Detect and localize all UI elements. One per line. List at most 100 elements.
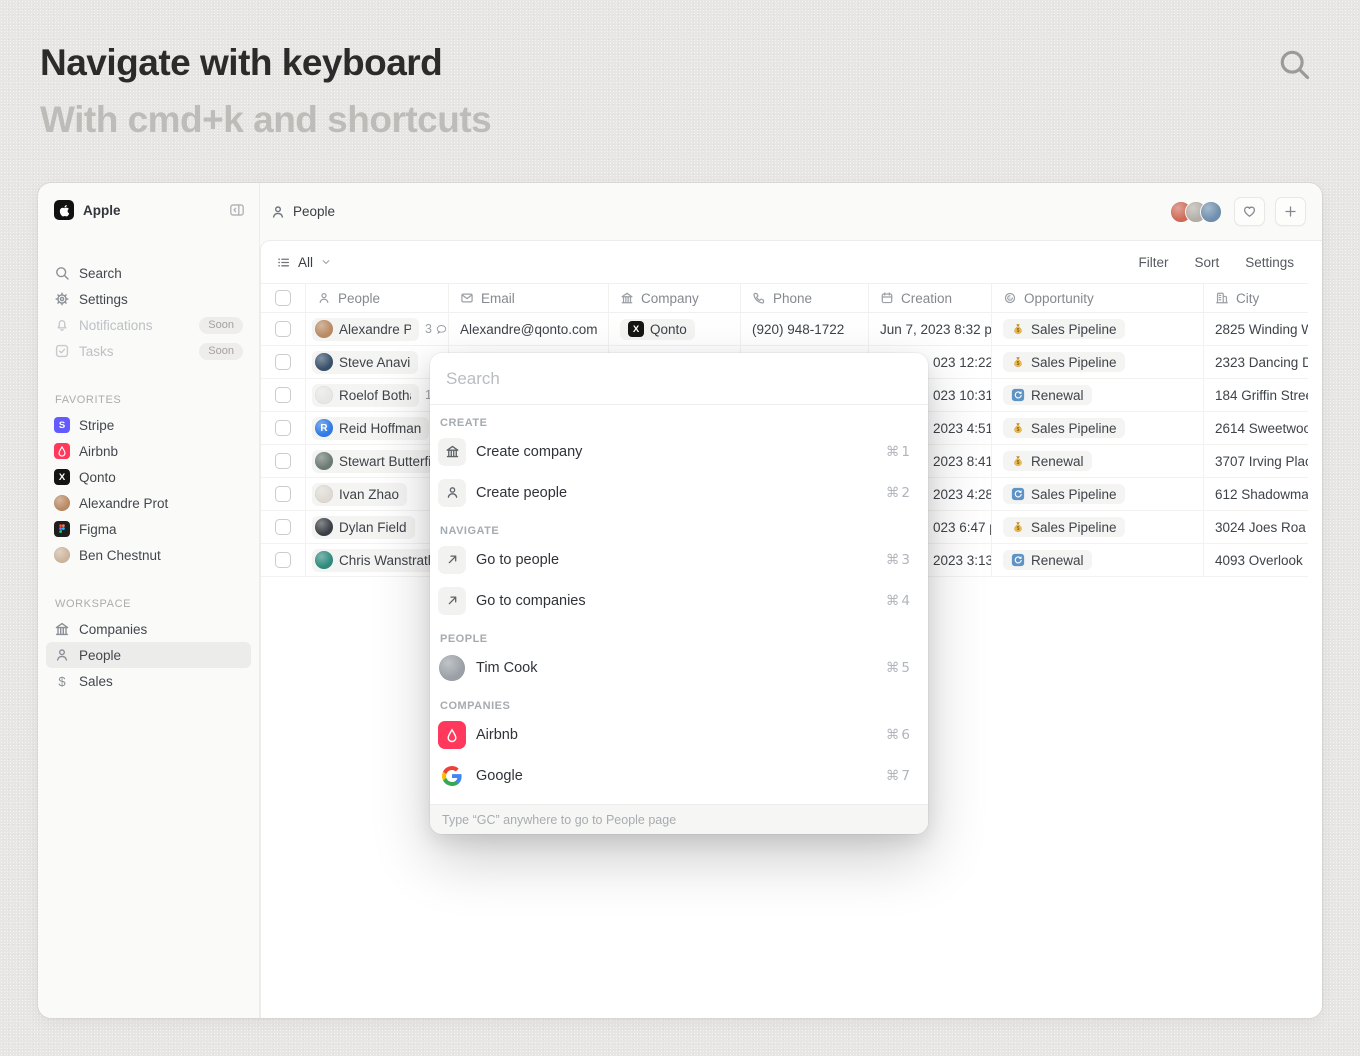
cell-opportunity[interactable]: $Sales Pipeline: [992, 346, 1204, 378]
column-header-email[interactable]: Email: [449, 284, 609, 312]
cell-people[interactable]: Steve Anavi: [306, 346, 449, 378]
cell-opportunity[interactable]: Sales Pipeline: [992, 478, 1204, 510]
avatar: [315, 320, 333, 338]
palette-item-create-people[interactable]: Create people⌘2: [430, 472, 928, 513]
cell-city[interactable]: 2323 Dancing D: [1204, 346, 1308, 378]
bell-icon: [54, 317, 70, 333]
toolbar-action-filter[interactable]: Filter: [1138, 255, 1168, 270]
add-button[interactable]: [1275, 197, 1306, 226]
avatar: [315, 518, 333, 536]
toolbar-action-settings[interactable]: Settings: [1245, 255, 1294, 270]
table-row: Alexandre Prot3Alexandre@qonto.com XQonto…: [261, 313, 1308, 346]
sidebar-item-search[interactable]: Search: [46, 260, 251, 286]
person-name: Dylan Field: [339, 520, 407, 535]
cell-city[interactable]: 184 Griffin Stree: [1204, 379, 1308, 411]
cell-opportunity[interactable]: $Sales Pipeline: [992, 313, 1204, 345]
column-header-opportunity[interactable]: Opportunity: [992, 284, 1204, 312]
cell-city[interactable]: 4093 Overlook: [1204, 544, 1308, 576]
cell-people[interactable]: Roelof Botha1: [306, 379, 449, 411]
cell-people[interactable]: Ivan Zhao: [306, 478, 449, 510]
cell-people[interactable]: RReid Hoffman: [306, 412, 449, 444]
row-select-cell: [261, 379, 306, 411]
palette-item-airbnb[interactable]: Airbnb⌘6: [430, 714, 928, 755]
cell-opportunity[interactable]: Renewal: [992, 379, 1204, 411]
sidebar-item-notifications[interactable]: NotificationsSoon: [46, 312, 251, 338]
person-name: Stewart Butterfield: [339, 454, 440, 469]
cell-city[interactable]: 2825 Winding W: [1204, 313, 1308, 345]
row-checkbox[interactable]: [275, 387, 291, 403]
figma-logo: [54, 521, 70, 537]
column-header-company[interactable]: Company: [609, 284, 741, 312]
column-header-phone[interactable]: Phone: [741, 284, 869, 312]
row-checkbox[interactable]: [275, 453, 291, 469]
moneybag-icon: $: [1011, 454, 1025, 468]
sidebar-item-settings[interactable]: Settings: [46, 286, 251, 312]
palette-search-input[interactable]: [446, 369, 912, 389]
row-checkbox[interactable]: [275, 552, 291, 568]
opportunity-chip: $Sales Pipeline: [1003, 517, 1125, 537]
favorite-item-stripe[interactable]: SStripe: [46, 412, 251, 438]
person-chip: RReid Hoffman: [312, 417, 429, 440]
avatar: [1200, 201, 1222, 223]
view-selector[interactable]: All: [276, 255, 332, 270]
row-select-cell: [261, 511, 306, 543]
favorite-item-qonto[interactable]: XQonto: [46, 464, 251, 490]
cell-opportunity[interactable]: $Renewal: [992, 445, 1204, 477]
company-chip: XQonto: [620, 319, 695, 340]
palette-item-create-company[interactable]: Create company⌘1: [430, 431, 928, 472]
cell-opportunity[interactable]: $Sales Pipeline: [992, 412, 1204, 444]
palette-item-go-to-people[interactable]: Go to people⌘3: [430, 539, 928, 580]
svg-text:$: $: [1017, 361, 1020, 367]
cell-people[interactable]: Dylan Field: [306, 511, 449, 543]
cell-email[interactable]: Alexandre@qonto.com: [449, 313, 609, 345]
column-header-people[interactable]: People: [306, 284, 449, 312]
cell-creation[interactable]: Jun 7, 2023 8:32 pm: [869, 313, 992, 345]
cell-city[interactable]: 3024 Joes Roa: [1204, 511, 1308, 543]
cell-city[interactable]: 2614 Sweetwoo: [1204, 412, 1308, 444]
toolbar-action-sort[interactable]: Sort: [1194, 255, 1219, 270]
cell-people[interactable]: Alexandre Prot3: [306, 313, 449, 345]
page-subtitle: With cmd+k and shortcuts: [40, 99, 491, 142]
collaborator-avatars[interactable]: [1170, 201, 1222, 223]
person-chip: Roelof Botha: [312, 384, 419, 407]
cell-city[interactable]: 612 Shadowma: [1204, 478, 1308, 510]
favorite-item-airbnb[interactable]: Airbnb: [46, 438, 251, 464]
palette-item-google[interactable]: Google⌘7: [430, 755, 928, 796]
cell-people[interactable]: Chris Wanstrath: [306, 544, 449, 576]
cell-people[interactable]: Stewart Butterfield: [306, 445, 449, 477]
person-chip: Steve Anavi: [312, 351, 418, 374]
table-header: PeopleEmailCompanyPhoneCreationOpportuni…: [261, 283, 1308, 313]
row-checkbox[interactable]: [275, 321, 291, 337]
cell-opportunity[interactable]: Renewal: [992, 544, 1204, 576]
google-logo: [438, 762, 466, 790]
row-checkbox[interactable]: [275, 354, 291, 370]
select-all-checkbox[interactable]: [275, 290, 291, 306]
favorite-button[interactable]: [1234, 197, 1265, 226]
sidebar-item-label: Search: [79, 266, 122, 281]
cell-company[interactable]: XQonto: [609, 313, 741, 345]
column-header-creation[interactable]: Creation: [869, 284, 992, 312]
favorite-item-ben-chestnut[interactable]: Ben Chestnut: [46, 542, 251, 568]
row-checkbox[interactable]: [275, 486, 291, 502]
column-header-city[interactable]: City: [1204, 284, 1308, 312]
palette-item-label: Create people: [476, 485, 567, 501]
cell-opportunity[interactable]: $Sales Pipeline: [992, 511, 1204, 543]
topbar-actions: [1170, 197, 1306, 226]
palette-item-tim-cook[interactable]: Tim Cook⌘5: [430, 647, 928, 688]
collapse-sidebar-icon[interactable]: [229, 202, 245, 218]
cell-phone[interactable]: (920) 948-1722: [741, 313, 869, 345]
renewal-icon: [1011, 487, 1025, 501]
sidebar-item-tasks[interactable]: TasksSoon: [46, 338, 251, 364]
moneybag-icon: $: [1011, 421, 1025, 435]
row-checkbox[interactable]: [275, 519, 291, 535]
sidebar-item-sales[interactable]: $Sales: [46, 668, 251, 694]
favorite-item-alexandre-prot[interactable]: Alexandre Prot: [46, 490, 251, 516]
row-checkbox[interactable]: [275, 420, 291, 436]
sidebar-item-companies[interactable]: Companies: [46, 616, 251, 642]
search-icon[interactable]: [1276, 46, 1312, 82]
mail-icon: [460, 291, 474, 305]
favorite-item-figma[interactable]: Figma: [46, 516, 251, 542]
palette-item-go-to-companies[interactable]: Go to companies⌘4: [430, 580, 928, 621]
cell-city[interactable]: 3707 Irving Plac: [1204, 445, 1308, 477]
sidebar-item-people[interactable]: People: [46, 642, 251, 668]
